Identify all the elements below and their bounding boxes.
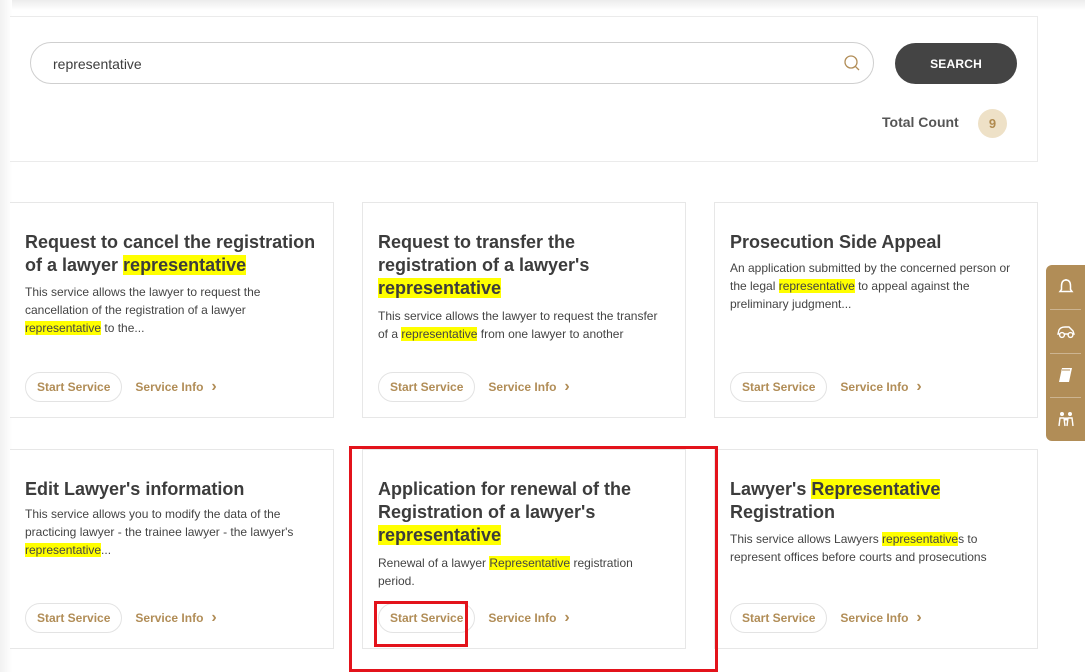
book-icon[interactable] (1046, 353, 1085, 397)
chevron-right-icon: › (211, 609, 217, 626)
total-count-label: Total Count (882, 114, 959, 130)
service-card-prosecution-appeal: Prosecution Side Appeal An application s… (714, 202, 1038, 418)
search-highlight: representative (123, 255, 247, 275)
service-card-representative-registration: Lawyer's Representative Registration Thi… (714, 449, 1038, 649)
search-highlight: representative (401, 327, 478, 341)
card-title: Request to cancel the registration of a … (25, 232, 316, 275)
chevron-right-icon: › (211, 378, 217, 395)
search-panel: SEARCH Total Count 9 (10, 16, 1038, 162)
service-card-edit-lawyer-info: Edit Lawyer's information This service a… (10, 449, 334, 649)
service-card-cancel-registration: Request to cancel the registration of a … (10, 202, 334, 418)
service-info-link[interactable]: Service Info › (135, 379, 216, 395)
search-highlight: representative (882, 532, 959, 546)
card-actions: Start Service Service Info › (25, 603, 217, 633)
chevron-right-icon: › (564, 378, 570, 395)
chevron-right-icon: › (916, 378, 922, 395)
start-service-button[interactable]: Start Service (730, 372, 828, 402)
service-info-link[interactable]: Service Info › (488, 379, 569, 395)
service-info-link[interactable]: Service Info › (135, 610, 216, 626)
search-highlight: representative (778, 279, 855, 293)
service-info-link[interactable]: Service Info › (840, 379, 921, 395)
search-highlight: representative (378, 278, 502, 298)
start-service-button[interactable]: Start Service (25, 603, 123, 633)
bell-icon[interactable] (1046, 265, 1085, 309)
card-title: Prosecution Side Appeal (730, 232, 942, 252)
side-quick-access-rail (1046, 265, 1085, 441)
card-description: An application submitted by the concerne… (730, 261, 1011, 311)
start-service-button[interactable]: Start Service (378, 372, 476, 402)
card-description: This service allows the lawyer to reques… (378, 309, 658, 341)
chevron-right-icon: › (916, 609, 922, 626)
car-icon[interactable] (1046, 309, 1085, 353)
card-description: This service allows Lawyers representati… (730, 532, 987, 564)
search-box[interactable] (30, 42, 874, 84)
start-service-button[interactable]: Start Service (730, 603, 828, 633)
search-icon[interactable] (842, 53, 862, 73)
card-actions: Start Service Service Info › (25, 372, 217, 402)
card-actions: Start Service Service Info › (378, 372, 570, 402)
total-count-badge: 9 (978, 109, 1007, 138)
search-highlight: representative (25, 321, 102, 335)
service-info-link[interactable]: Service Info › (840, 610, 921, 626)
search-highlight: representative (25, 543, 102, 557)
service-card-transfer-registration: Request to transfer the registration of … (362, 202, 686, 418)
search-highlight: Representative (811, 479, 941, 499)
search-button[interactable]: SEARCH (895, 43, 1017, 84)
top-shadow (0, 0, 1085, 10)
card-description: This service allows you to modify the da… (25, 507, 294, 557)
search-input[interactable] (53, 54, 793, 74)
card-description: This service allows the lawyer to reques… (25, 285, 261, 335)
card-title: Request to transfer the registration of … (378, 232, 590, 298)
start-service-button[interactable]: Start Service (25, 372, 123, 402)
card-actions: Start Service Service Info › (730, 603, 922, 633)
annotation-highlight-start-button (374, 601, 468, 647)
family-icon[interactable] (1046, 397, 1085, 441)
card-title: Edit Lawyer's information (25, 479, 245, 499)
card-actions: Start Service Service Info › (730, 372, 922, 402)
card-title: Lawyer's Representative Registration (730, 479, 941, 522)
